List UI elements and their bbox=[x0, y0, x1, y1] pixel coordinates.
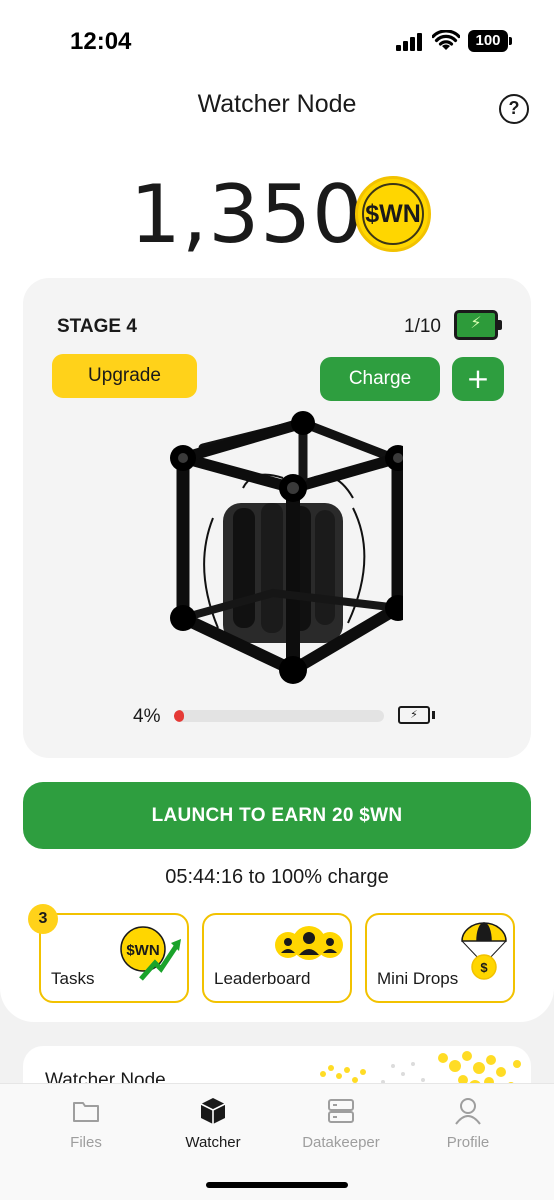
stage-card: STAGE 4 1/10 ⚡ Upgrade Charge + 4% ⚡ bbox=[23, 278, 531, 758]
help-icon[interactable]: ? bbox=[499, 94, 529, 124]
balance-amount: 1,350 bbox=[130, 168, 365, 261]
tasks-badge: 3 bbox=[28, 904, 58, 934]
status-time: 12:04 bbox=[70, 28, 132, 55]
person-icon bbox=[455, 1098, 481, 1125]
server-icon bbox=[328, 1099, 354, 1123]
tab-watcher[interactable]: Watcher bbox=[158, 1096, 268, 1156]
tab-datakeeper[interactable]: Datakeeper bbox=[286, 1096, 396, 1156]
leaderboard-tile[interactable]: Leaderboard bbox=[202, 913, 352, 1003]
screen: 12:04 100 Watcher Node ? 1,350 $WN STAGE… bbox=[0, 0, 554, 1200]
watcher-node-image bbox=[170, 411, 403, 684]
charge-progress-fill bbox=[174, 710, 184, 722]
parachute-coin-icon: $ bbox=[461, 922, 507, 980]
coin-ring bbox=[362, 183, 424, 245]
battery-icon: 100 bbox=[468, 30, 512, 52]
battery-full-icon: ⚡ bbox=[454, 310, 502, 340]
cube-icon bbox=[200, 1098, 226, 1124]
mini-drops-tile[interactable]: $ Mini Drops bbox=[365, 913, 515, 1003]
status-bar: 12:04 100 bbox=[0, 0, 554, 80]
stage-label: STAGE 4 bbox=[57, 316, 137, 337]
tab-files-label: Files bbox=[70, 1134, 102, 1151]
tab-datakeeper-label: Datakeeper bbox=[302, 1134, 380, 1151]
signal-icon bbox=[396, 33, 426, 51]
add-charge-button[interactable]: + bbox=[452, 357, 504, 401]
tab-watcher-label: Watcher bbox=[185, 1134, 241, 1151]
tab-profile-label: Profile bbox=[446, 1134, 490, 1151]
coin-trend-icon: $WN bbox=[120, 926, 181, 981]
tab-profile[interactable]: Profile bbox=[413, 1096, 523, 1156]
charge-countdown: 05:44:16 to 100% charge bbox=[165, 866, 389, 888]
charge-button[interactable]: Charge bbox=[320, 357, 440, 401]
tasks-coin-text: $WN bbox=[126, 942, 159, 959]
upgrade-button[interactable]: Upgrade bbox=[52, 354, 197, 398]
launch-button[interactable]: LAUNCH TO EARN 20 $WN bbox=[23, 782, 531, 849]
users-icon bbox=[275, 926, 343, 960]
battery-charging-icon: ⚡ bbox=[398, 706, 435, 724]
charge-progress-bar bbox=[174, 710, 384, 722]
home-indicator bbox=[206, 1182, 348, 1188]
tasks-tile[interactable]: $WN Tasks bbox=[39, 913, 189, 1003]
page-title: Watcher Node bbox=[197, 90, 357, 118]
charge-percent: 4% bbox=[133, 706, 161, 727]
main-sheet: 12:04 100 Watcher Node ? 1,350 $WN STAGE… bbox=[0, 0, 554, 1022]
leaderboard-label: Leaderboard bbox=[214, 969, 311, 988]
wifi-icon bbox=[432, 30, 460, 50]
folder-icon bbox=[73, 1102, 99, 1122]
tasks-label: Tasks bbox=[51, 969, 95, 988]
mini-drops-label: Mini Drops bbox=[377, 969, 459, 988]
drops-coin-text: $ bbox=[480, 960, 488, 975]
charges-count: 1/10 bbox=[404, 316, 441, 337]
tab-files[interactable]: Files bbox=[31, 1096, 141, 1156]
